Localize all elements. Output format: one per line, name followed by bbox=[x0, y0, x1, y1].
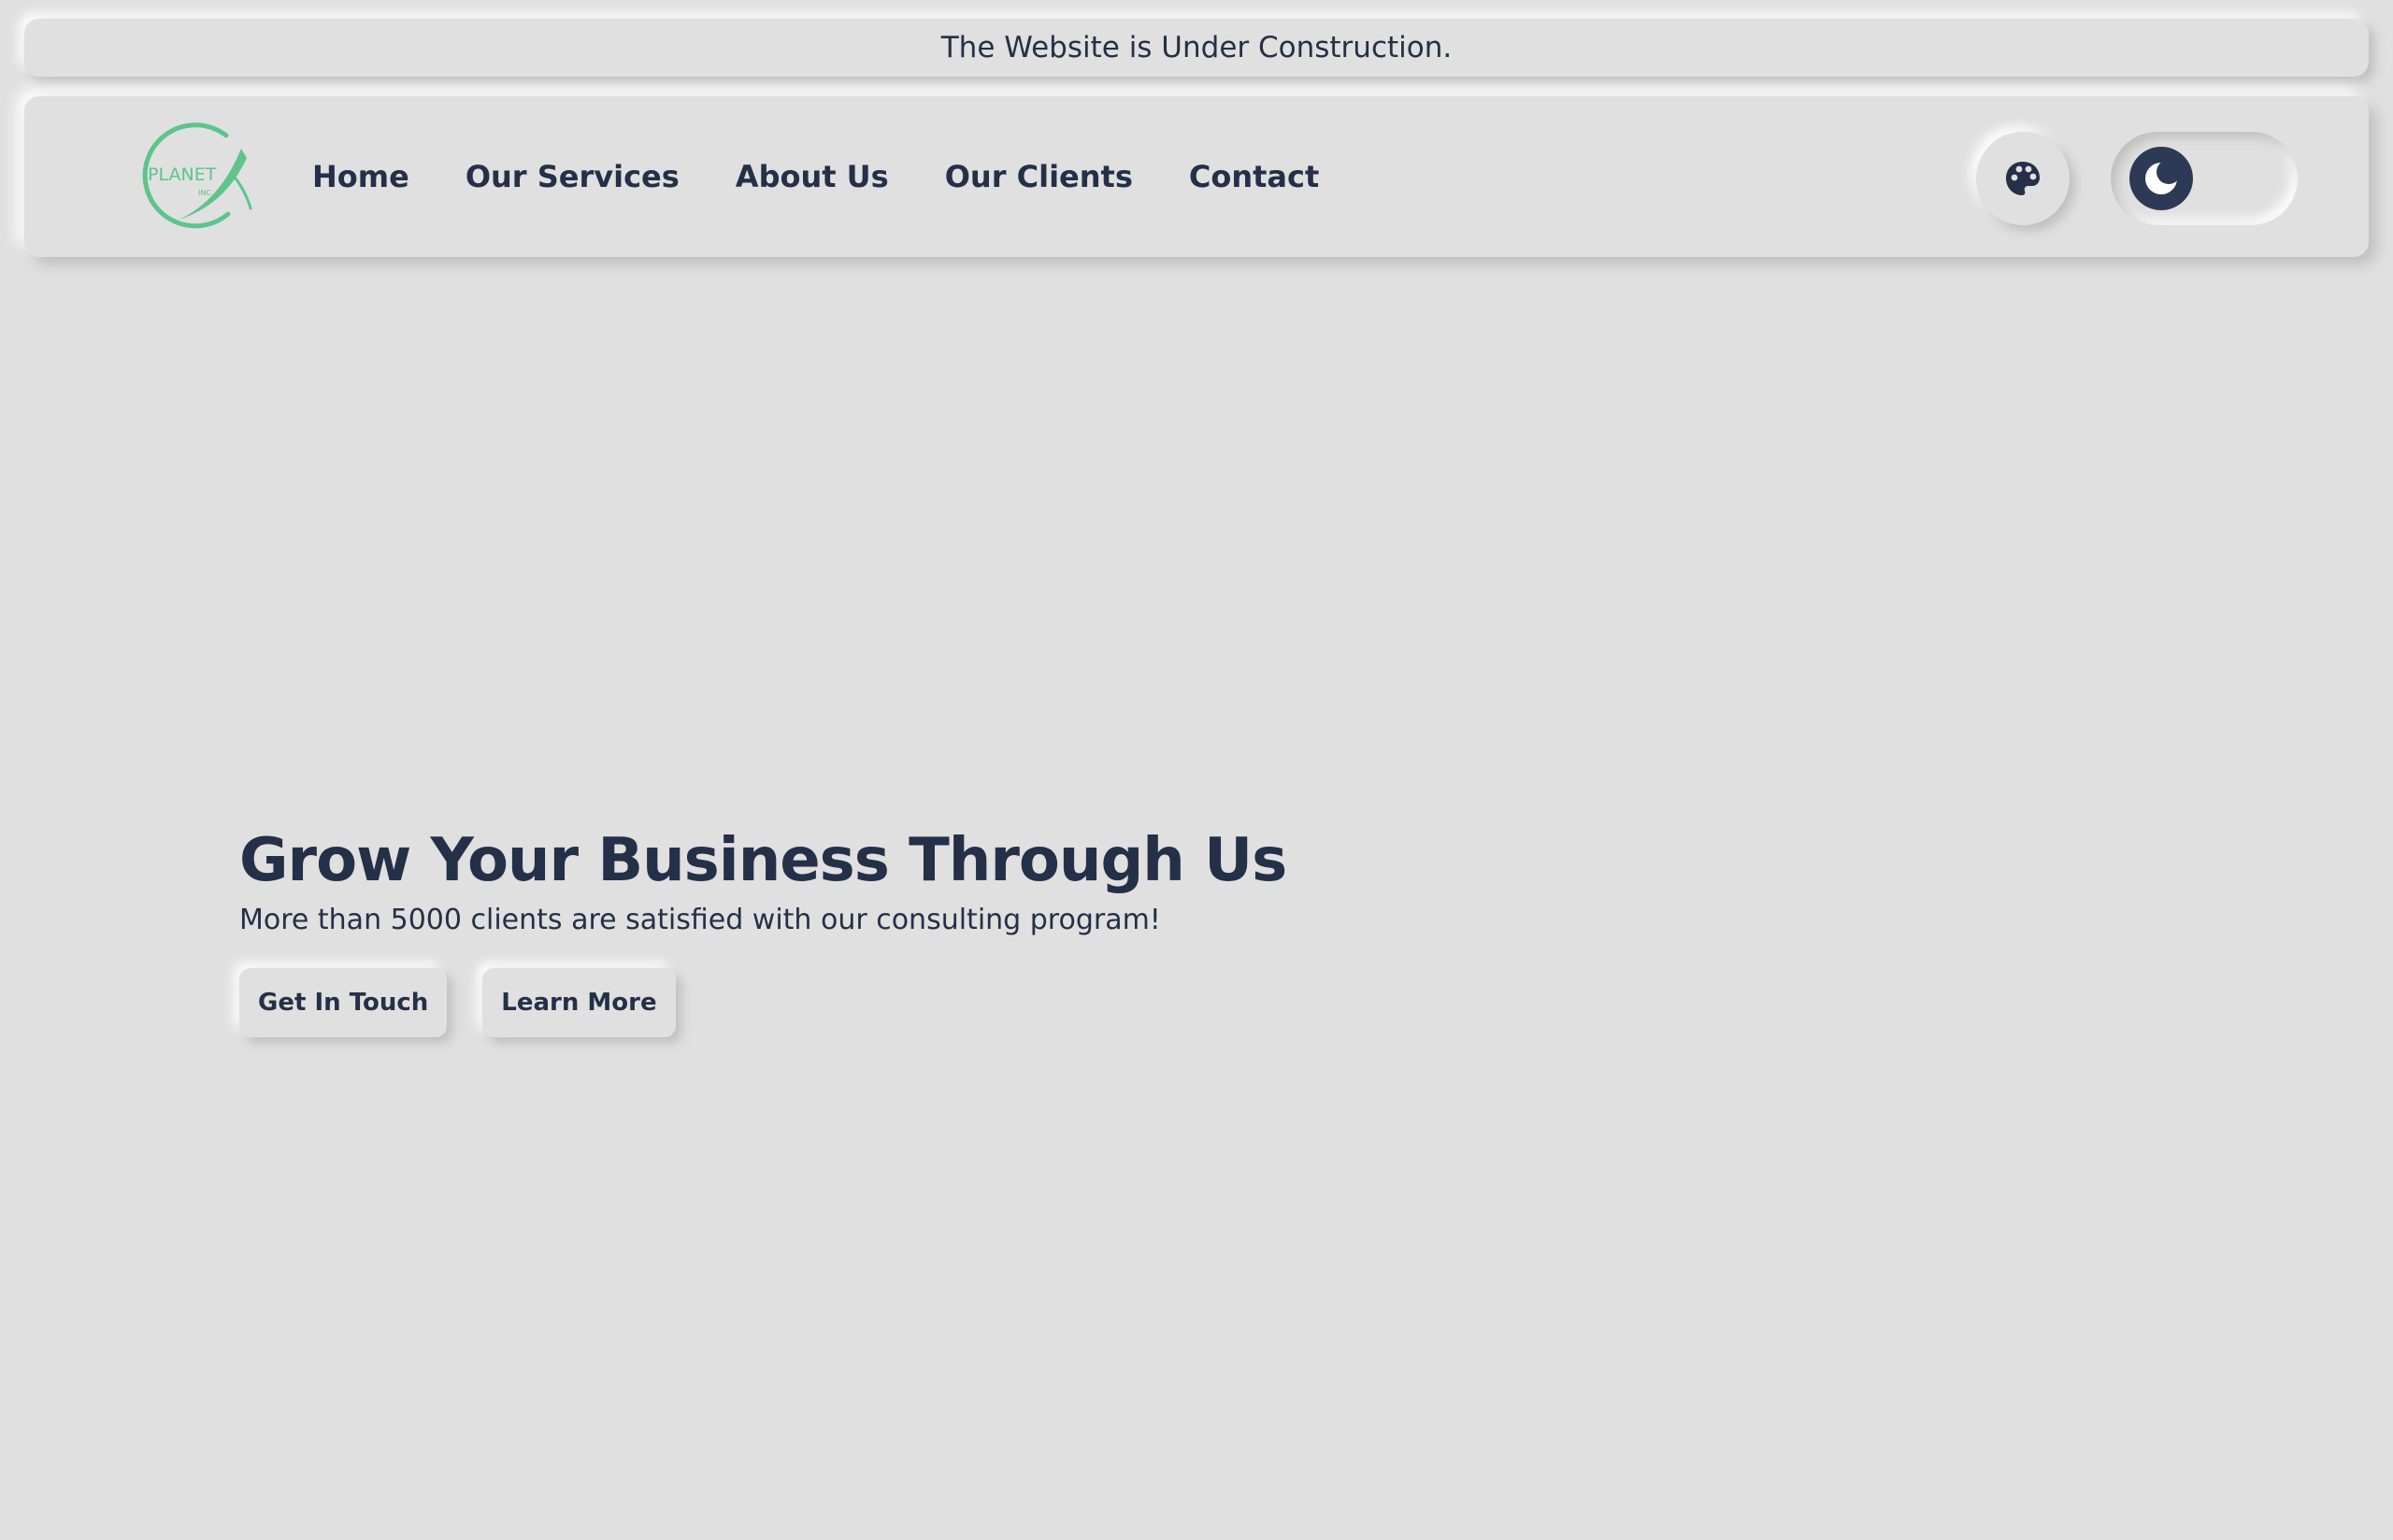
hero-buttons: Get In Touch Learn More bbox=[239, 968, 1286, 1037]
color-palette-button[interactable] bbox=[1976, 132, 2070, 225]
hero-section: Grow Your Business Through Us More than … bbox=[239, 820, 1287, 1037]
construction-banner: The Website is Under Construction. bbox=[24, 19, 2369, 77]
nav-contact[interactable]: Contact bbox=[1189, 159, 1319, 194]
moon-icon bbox=[2145, 160, 2180, 194]
logo-subtext: INC bbox=[198, 189, 211, 197]
main-nav: Home Our Services About Us Our Clients C… bbox=[312, 96, 1319, 257]
toggle-knob bbox=[2129, 147, 2193, 210]
dark-mode-toggle[interactable] bbox=[2111, 132, 2298, 225]
hero-title: Grow Your Business Through Us bbox=[239, 826, 1287, 895]
palette-icon bbox=[2006, 162, 2040, 195]
nav-about-us[interactable]: About Us bbox=[736, 159, 889, 194]
navbar: PLANET INC Home Our Services About Us Ou… bbox=[24, 96, 2369, 257]
nav-our-services[interactable]: Our Services bbox=[466, 159, 680, 194]
planet-logo[interactable]: PLANET INC bbox=[135, 122, 254, 236]
learn-more-button[interactable]: Learn More bbox=[482, 968, 676, 1037]
logo-text: PLANET bbox=[148, 164, 217, 185]
get-in-touch-button[interactable]: Get In Touch bbox=[239, 968, 448, 1037]
nav-our-clients[interactable]: Our Clients bbox=[945, 159, 1133, 194]
nav-home[interactable]: Home bbox=[312, 159, 409, 194]
banner-text: The Website is Under Construction. bbox=[940, 31, 1453, 64]
hero-subtitle: More than 5000 clients are satisfied wit… bbox=[239, 904, 1161, 936]
